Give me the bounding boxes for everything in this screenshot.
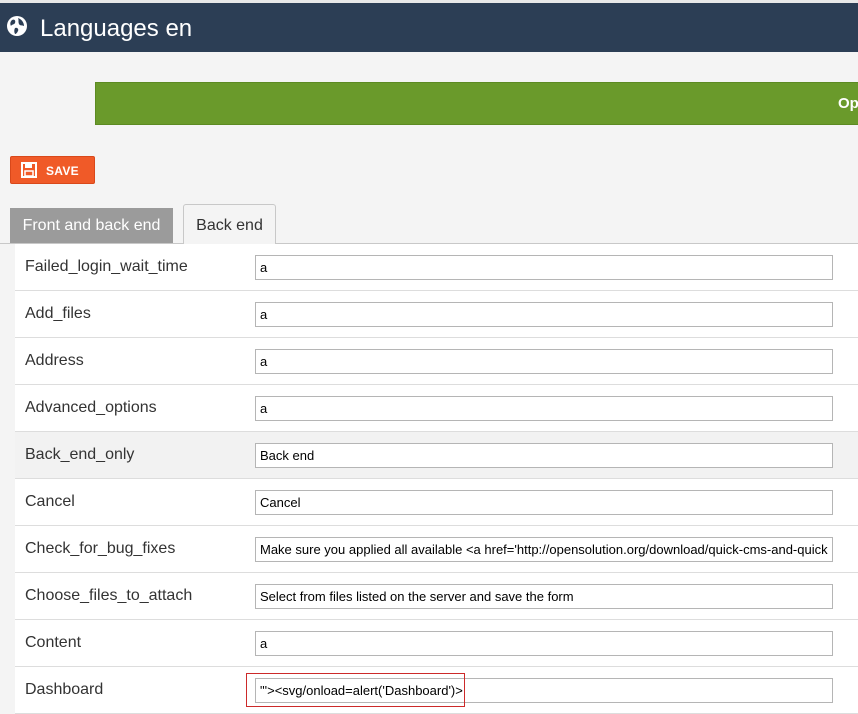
row-key-label: Check_for_bug_fixes: [25, 540, 176, 557]
floppy-disk-icon: [21, 162, 37, 178]
translation-input[interactable]: [255, 349, 833, 374]
translation-input[interactable]: [255, 584, 833, 609]
status-banner: Op: [95, 82, 858, 125]
table-row: Cancel: [15, 479, 858, 526]
save-button-label: SAVE: [46, 164, 79, 178]
translation-input[interactable]: [255, 631, 833, 656]
table-row: Advanced_options: [15, 385, 858, 432]
translations-table: Failed_login_wait_time Add_files Address…: [15, 244, 858, 714]
translation-input[interactable]: [255, 255, 833, 280]
table-row: Dashboard: [15, 667, 858, 714]
save-button[interactable]: SAVE: [10, 156, 95, 184]
translation-input[interactable]: [255, 490, 833, 515]
table-row: Content: [15, 620, 858, 667]
translation-input[interactable]: [255, 443, 833, 468]
row-key-label: Advanced_options: [25, 399, 157, 416]
table-row: Check_for_bug_fixes: [15, 526, 858, 573]
row-key-label: Content: [25, 634, 82, 651]
translation-input[interactable]: [255, 678, 833, 703]
row-key-label: Back_end_only: [25, 446, 135, 463]
globe-icon: [7, 16, 27, 36]
tab-front-and-back-end[interactable]: Front and back end: [10, 208, 173, 244]
translation-input[interactable]: [255, 396, 833, 421]
row-key-label: Address: [25, 352, 84, 369]
row-key-label: Choose_files_to_attach: [25, 587, 193, 604]
tab-back-end[interactable]: Back end: [183, 204, 276, 244]
table-row: Address: [15, 338, 858, 385]
row-key-label: Cancel: [25, 493, 75, 510]
tab-label: Back end: [196, 217, 263, 234]
tab-label: Front and back end: [22, 217, 161, 234]
row-key-label: Add_files: [25, 305, 91, 322]
row-key-label: Failed_login_wait_time: [25, 258, 188, 275]
page-title: Languages en: [40, 15, 193, 42]
table-row: Back_end_only: [15, 432, 858, 479]
banner-text: Op: [838, 95, 858, 112]
translation-input[interactable]: [255, 537, 833, 562]
table-row: Choose_files_to_attach: [15, 573, 858, 620]
translation-input[interactable]: [255, 302, 833, 327]
row-key-label: Dashboard: [25, 681, 104, 698]
table-row: Add_files: [15, 291, 858, 338]
table-row: Failed_login_wait_time: [15, 244, 858, 291]
page-header: Languages en: [0, 0, 858, 52]
